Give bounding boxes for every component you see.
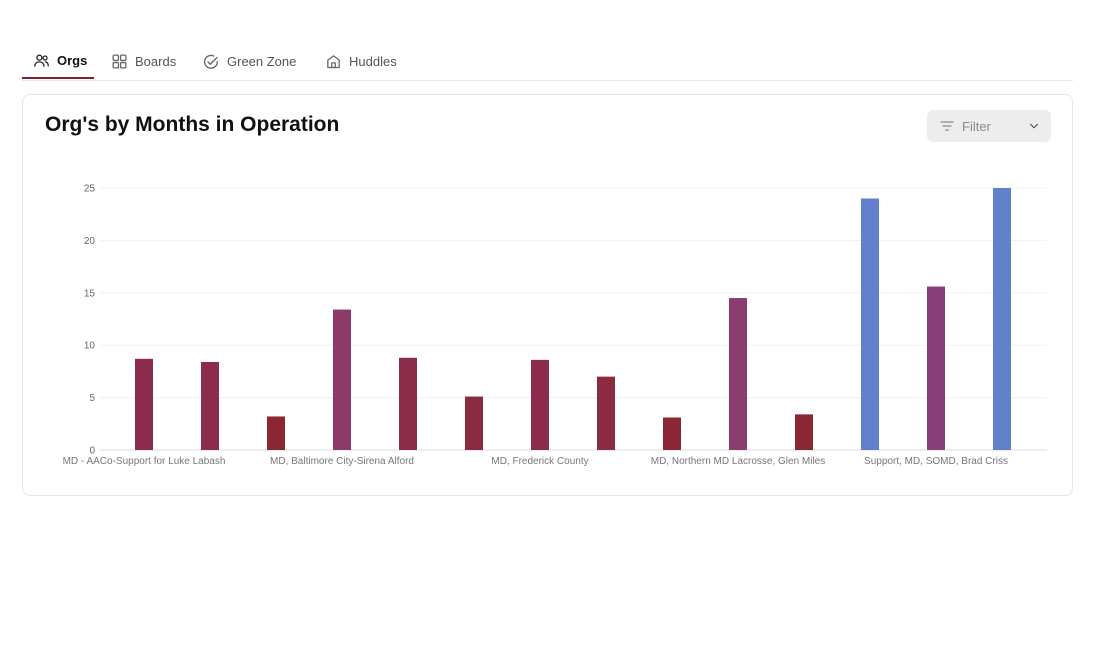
tab-green-zone-label: Green Zone: [227, 54, 297, 69]
users-icon: [32, 52, 50, 70]
tab-orgs-label: Orgs: [57, 53, 88, 68]
bar[interactable]: [795, 414, 813, 450]
tab-boards-label: Boards: [135, 54, 177, 69]
bar[interactable]: [465, 396, 483, 450]
bar[interactable]: [597, 376, 615, 450]
bar[interactable]: [201, 361, 219, 450]
bar[interactable]: [927, 286, 945, 450]
x-category-label: MD - AACo-Support for Luke Labash: [63, 456, 226, 467]
check-circle-icon: [202, 53, 220, 71]
y-tick-label: 5: [89, 393, 95, 404]
x-category-label: Support, MD, SOMD, Brad Criss: [864, 456, 1008, 467]
bar[interactable]: [729, 298, 747, 450]
grid-icon: [110, 53, 128, 71]
y-tick-label: 10: [84, 341, 96, 352]
bar[interactable]: [267, 416, 285, 450]
y-tick-label: 20: [84, 236, 96, 247]
y-tick-label: 0: [89, 446, 95, 457]
tab-orgs[interactable]: Orgs: [22, 44, 94, 79]
y-tick-label: 15: [84, 288, 96, 299]
x-category-label: MD, Frederick County: [491, 456, 588, 467]
y-tick-label: 25: [84, 184, 96, 195]
bar[interactable]: [399, 357, 417, 450]
x-category-label: MD, Baltimore City-Sirena Alford: [270, 456, 414, 467]
home-icon: [324, 53, 342, 71]
bar[interactable]: [993, 188, 1011, 450]
chart-card: Org's by Months in Operation Filter 0 5 10…: [22, 94, 1073, 496]
bar[interactable]: [333, 309, 351, 450]
tab-boards[interactable]: Boards: [110, 44, 176, 79]
tab-huddles[interactable]: Huddles: [324, 44, 397, 79]
x-category-label: MD, Northern MD Lacrosse, Glen Miles: [651, 456, 826, 467]
tab-green-zone[interactable]: Green Zone: [202, 44, 296, 79]
bar[interactable]: [531, 359, 549, 450]
bar[interactable]: [861, 198, 879, 450]
tab-bar: Orgs Boards Green Zone Huddles: [22, 44, 1073, 81]
tab-huddles-label: Huddles: [349, 54, 397, 69]
bar[interactable]: [135, 358, 153, 450]
bar[interactable]: [663, 417, 681, 450]
bar-chart: 0 5 10 15 20 25 MD - AACo-Support for Luke Lab…: [63, 184, 1047, 467]
